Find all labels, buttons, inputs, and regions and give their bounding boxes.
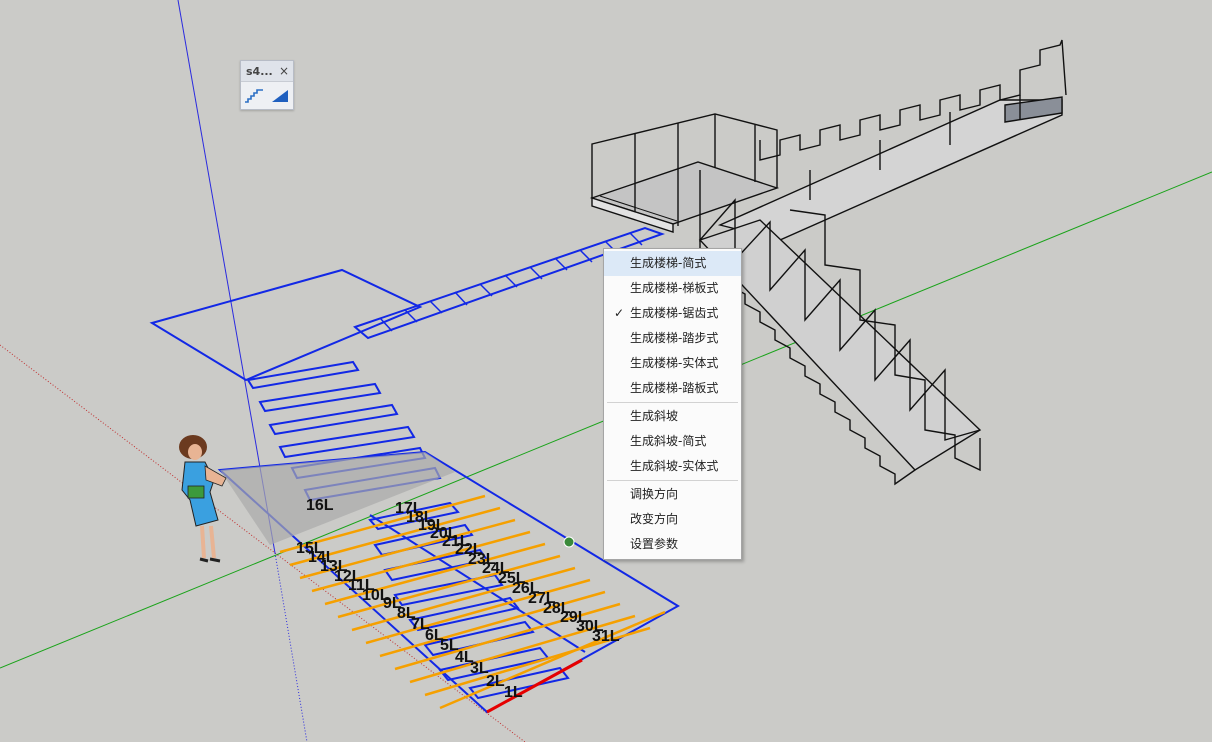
ramp-icon xyxy=(272,89,288,102)
stairs-icon xyxy=(245,88,263,103)
step-label: 15L xyxy=(296,540,324,557)
menu-item-ramp-simple[interactable]: 生成斜坡-简式 xyxy=(604,429,741,454)
menu-item-label: 生成楼梯-踏板式 xyxy=(630,381,719,395)
menu-item-label: 设置参数 xyxy=(630,537,679,551)
menu-item-stairs-sawtooth[interactable]: ✓ 生成楼梯-锯齿式 xyxy=(604,301,741,326)
menu-item-stairs-solid[interactable]: 生成楼梯-实体式 xyxy=(604,351,741,376)
ramp-button[interactable] xyxy=(270,87,290,105)
blue-axis-neg xyxy=(274,552,308,742)
step-label: 16L xyxy=(306,497,334,514)
context-menu[interactable]: 生成楼梯-简式 生成楼梯-梯板式 ✓ 生成楼梯-锯齿式 生成楼梯-踏步式 生成楼… xyxy=(603,248,742,560)
menu-item-label: 生成楼梯-实体式 xyxy=(630,356,719,370)
menu-item-label: 生成楼梯-锯齿式 xyxy=(630,306,719,320)
menu-item-label: 改变方向 xyxy=(630,512,679,526)
inference-point xyxy=(563,536,575,548)
plan-tread-outline xyxy=(258,382,382,413)
toolbar-title: s4... xyxy=(246,64,273,78)
step-label: 2L xyxy=(486,673,505,690)
menu-item-ramp[interactable]: 生成斜坡 xyxy=(604,404,741,429)
step-label: 1L xyxy=(504,684,523,701)
menu-item-ramp-solid[interactable]: 生成斜坡-实体式 xyxy=(604,454,741,479)
menu-item-label: 生成楼梯-简式 xyxy=(630,256,707,270)
menu-item-settings[interactable]: 设置参数 xyxy=(604,532,741,557)
menu-item-stairs-step[interactable]: 生成楼梯-踏步式 xyxy=(604,326,741,351)
plugin-toolbar[interactable]: s4... × xyxy=(240,60,294,110)
close-icon[interactable]: × xyxy=(279,64,289,78)
menu-item-swap-direction[interactable]: 调换方向 xyxy=(604,482,741,507)
toolbar-header: s4... × xyxy=(241,61,293,82)
plan-landing-outline xyxy=(149,268,423,382)
menu-item-stairs-slab[interactable]: 生成楼梯-梯板式 xyxy=(604,276,741,301)
scale-figure[interactable] xyxy=(179,435,227,563)
menu-item-label: 生成斜坡-实体式 xyxy=(630,459,719,473)
figure-shoes xyxy=(199,557,221,563)
figure-legs xyxy=(200,525,216,559)
menu-separator xyxy=(607,480,738,481)
menu-item-label: 调换方向 xyxy=(630,487,679,501)
figure-folder xyxy=(187,485,205,499)
menu-item-change-direction[interactable]: 改变方向 xyxy=(604,507,741,532)
menu-item-stairs-simple[interactable]: 生成楼梯-简式 xyxy=(604,251,741,276)
menu-item-label: 生成楼梯-踏步式 xyxy=(630,331,719,345)
plan-tread-outline xyxy=(268,403,399,436)
menu-separator xyxy=(607,402,738,403)
plan-tread-outline xyxy=(246,360,360,390)
menu-item-label: 生成斜坡 xyxy=(630,409,679,423)
figure-face xyxy=(188,444,202,460)
menu-item-label: 生成楼梯-梯板式 xyxy=(630,281,719,295)
check-icon: ✓ xyxy=(614,306,625,320)
menu-item-stairs-tread[interactable]: 生成楼梯-踏板式 xyxy=(604,376,741,401)
step-label: 31L xyxy=(592,628,620,645)
menu-item-label: 生成斜坡-简式 xyxy=(630,434,707,448)
stairs-button[interactable] xyxy=(244,87,264,105)
